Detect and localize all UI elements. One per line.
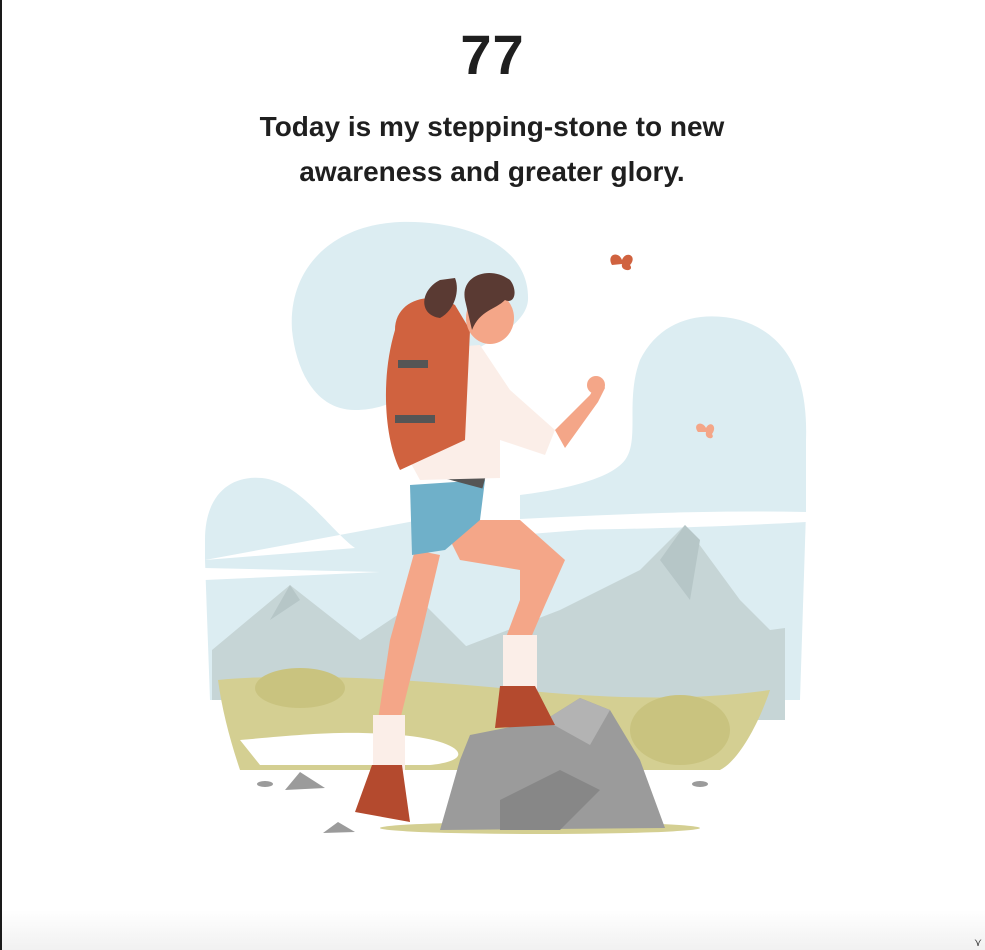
page-number: 77 <box>460 23 525 86</box>
window-left-border <box>0 0 2 950</box>
resize-handle-icon[interactable]: ⋎ <box>974 936 982 949</box>
quote-text: Today is my stepping-stone to new awaren… <box>259 111 725 187</box>
bottom-toolbar <box>2 910 985 950</box>
hiker-illustration <box>205 221 807 834</box>
